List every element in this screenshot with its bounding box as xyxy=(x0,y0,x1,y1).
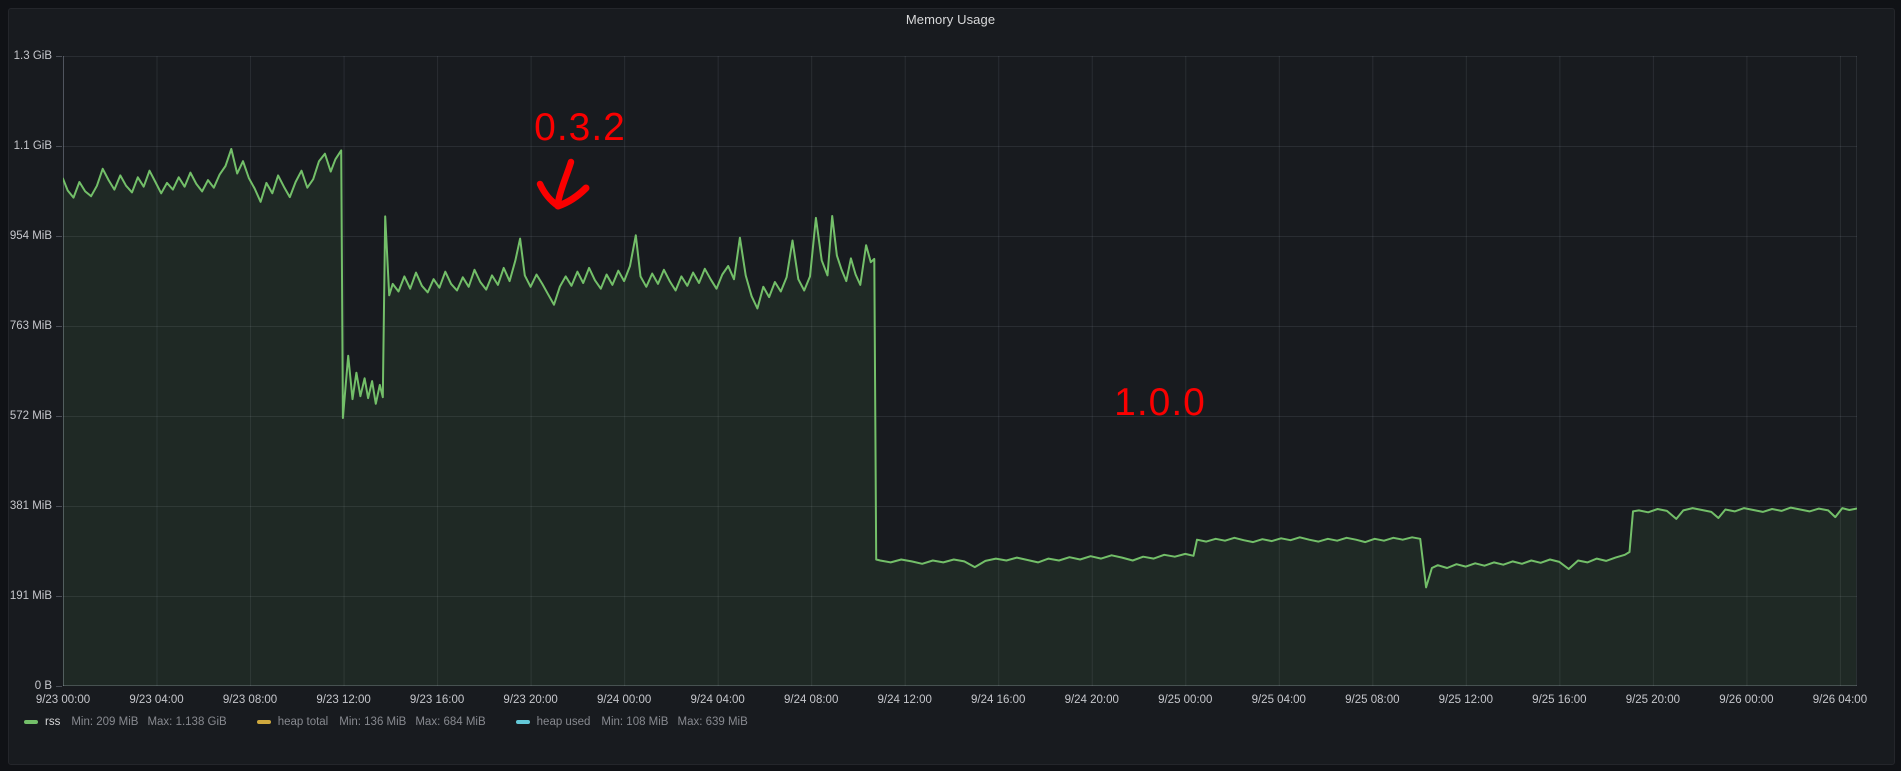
heap-total-swatch-icon[interactable] xyxy=(257,720,271,724)
y-axis-tick xyxy=(56,56,62,57)
y-axis-tick xyxy=(56,146,62,147)
y-axis-tick xyxy=(56,416,62,417)
x-axis-label: 9/24 08:00 xyxy=(769,693,853,707)
x-axis-label: 9/25 16:00 xyxy=(1517,693,1601,707)
rss-swatch-icon[interactable] xyxy=(24,720,38,724)
x-axis-label: 9/25 20:00 xyxy=(1611,693,1695,707)
heap-total-max-value: Max: 684 MiB xyxy=(415,716,485,728)
x-axis-label: 9/24 12:00 xyxy=(863,693,947,707)
y-axis-label: 954 MiB xyxy=(0,229,52,243)
heap-used-max-value: Max: 639 MiB xyxy=(677,716,747,728)
y-axis-tick xyxy=(56,686,62,687)
heap-used-min-value: Min: 108 MiB xyxy=(601,716,668,728)
x-axis-label: 9/26 00:00 xyxy=(1704,693,1788,707)
x-axis-label: 9/23 00:00 xyxy=(21,693,105,707)
panel-title: Memory Usage xyxy=(0,12,1901,27)
heap-total-min-value: Min: 136 MiB xyxy=(339,716,406,728)
y-axis-label: 763 MiB xyxy=(0,319,52,333)
x-axis-label: 9/25 12:00 xyxy=(1424,693,1508,707)
y-axis-label: 1.1 GiB xyxy=(0,139,52,153)
x-axis-label: 9/24 04:00 xyxy=(676,693,760,707)
x-axis-label: 9/25 04:00 xyxy=(1237,693,1321,707)
y-axis-label: 1.3 GiB xyxy=(0,49,52,63)
rss-max-value: Max: 1.138 GiB xyxy=(147,716,226,728)
x-axis-label: 9/25 08:00 xyxy=(1330,693,1414,707)
y-axis-tick xyxy=(56,506,62,507)
y-axis-label: 381 MiB xyxy=(0,499,52,513)
x-axis-label: 9/23 08:00 xyxy=(208,693,292,707)
x-axis-label: 9/23 04:00 xyxy=(115,693,199,707)
memory-usage-chart[interactable] xyxy=(63,56,1857,686)
legend-item-heap-total[interactable]: heap total xyxy=(278,716,329,728)
chart-canvas[interactable] xyxy=(63,56,1857,686)
x-axis-label: 9/24 00:00 xyxy=(582,693,666,707)
legend: rss Min: 209 MiB Max: 1.138 GiB heap total M… xyxy=(24,713,778,731)
heap-used-swatch-icon[interactable] xyxy=(516,720,530,724)
x-axis-label: 9/23 16:00 xyxy=(395,693,479,707)
y-axis-tick xyxy=(56,596,62,597)
rss-min-value: Min: 209 MiB xyxy=(71,716,138,728)
y-axis-label: 572 MiB xyxy=(0,409,52,423)
y-axis-tick xyxy=(56,236,62,237)
rss-series-fill xyxy=(63,149,1856,686)
x-axis-label: 9/23 20:00 xyxy=(489,693,573,707)
x-axis-label: 9/24 20:00 xyxy=(1050,693,1134,707)
legend-item-heap-used[interactable]: heap used xyxy=(537,716,591,728)
annotation-version-1-0-0: 1.0.0 xyxy=(1114,381,1206,425)
x-axis-label: 9/24 16:00 xyxy=(956,693,1040,707)
y-axis-tick xyxy=(56,326,62,327)
y-axis-label: 191 MiB xyxy=(0,589,52,603)
x-axis-label: 9/26 04:00 xyxy=(1798,693,1882,707)
annotation-version-0-3-2: 0.3.2 xyxy=(534,106,626,150)
y-axis-label: 0 B xyxy=(0,679,52,693)
x-axis-label: 9/23 12:00 xyxy=(302,693,386,707)
x-axis-label: 9/25 00:00 xyxy=(1143,693,1227,707)
legend-item-rss[interactable]: rss xyxy=(45,716,60,728)
